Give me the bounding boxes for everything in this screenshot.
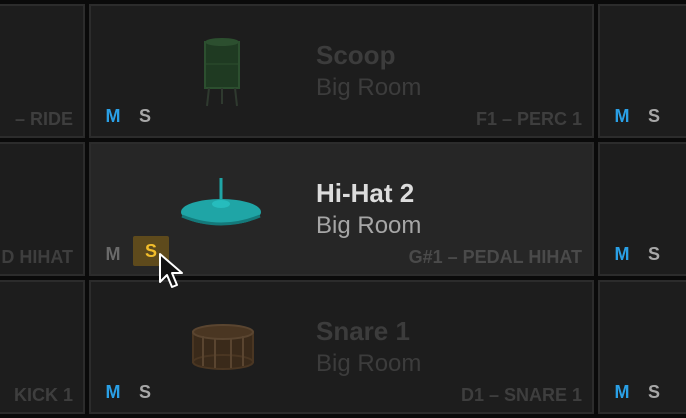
solo-button[interactable]: S	[642, 380, 666, 404]
solo-button[interactable]: S	[642, 242, 666, 266]
pad-scoop[interactable]: Scoop Big Room M S F1 – PERC 1	[89, 4, 594, 138]
hihat-icon	[179, 178, 263, 237]
solo-button[interactable]: S	[133, 380, 157, 404]
mute-button[interactable]: M	[101, 380, 125, 404]
pad-subtitle: Big Room	[316, 212, 422, 239]
pad-title: Hi-Hat 2	[316, 178, 415, 208]
mouse-pointer-icon	[158, 252, 186, 292]
floor-tom-icon	[199, 36, 245, 113]
pad-subtitle: Big Room	[316, 350, 422, 377]
mute-button[interactable]: M	[101, 242, 125, 266]
pad-title: Snare 1	[316, 316, 410, 346]
pad-note-label: – RIDE	[14, 109, 73, 129]
pad-right-row3[interactable]: M S	[598, 280, 686, 414]
pad-note-label: D HIHAT	[1, 247, 73, 267]
pad-title: Scoop	[316, 40, 396, 70]
mute-button[interactable]: M	[610, 380, 634, 404]
pad-left-row3[interactable]: KICK 1	[0, 280, 85, 414]
pad-snare-1[interactable]: Snare 1 Big Room M S D1 – SNARE 1	[89, 280, 594, 414]
pad-note-label: G#1 – PEDAL HIHAT	[408, 247, 582, 267]
snare-drum-icon	[189, 322, 257, 377]
mute-button[interactable]: M	[610, 242, 634, 266]
pad-left-row1[interactable]: – RIDE	[0, 4, 85, 138]
solo-button[interactable]: S	[133, 104, 157, 128]
solo-button[interactable]: S	[642, 104, 666, 128]
mute-button[interactable]: M	[610, 104, 634, 128]
pad-note-label: KICK 1	[13, 385, 73, 405]
mute-button[interactable]: M	[101, 104, 125, 128]
pad-right-row2[interactable]: M S	[598, 142, 686, 276]
pad-note-label: F1 – PERC 1	[475, 109, 582, 129]
pad-note-label: D1 – SNARE 1	[460, 385, 582, 405]
pad-subtitle: Big Room	[316, 74, 422, 101]
pad-left-row2[interactable]: D HIHAT	[0, 142, 85, 276]
pad-right-row1[interactable]: M S	[598, 4, 686, 138]
